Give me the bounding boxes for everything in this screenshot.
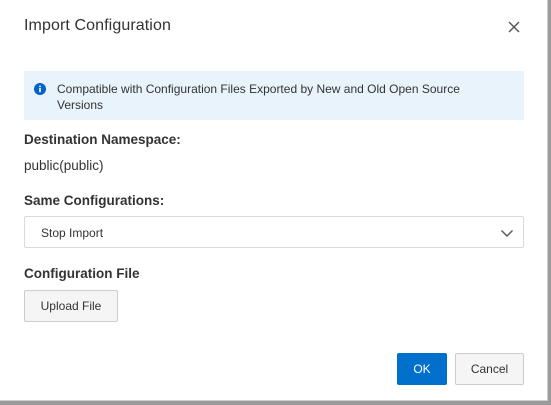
import-configuration-dialog: Import Configuration Compatible with Con… [0, 0, 548, 401]
same-configurations-selected: Stop Import [41, 226, 104, 240]
same-configurations-label: Same Configurations: [24, 193, 165, 208]
destination-namespace-label: Destination Namespace: [24, 132, 181, 147]
same-configurations-select[interactable]: Stop Import [24, 216, 524, 248]
info-icon [34, 82, 46, 95]
info-notice: Compatible with Configuration Files Expo… [24, 71, 524, 120]
notice-text: Compatible with Configuration Files Expo… [57, 82, 460, 112]
destination-namespace-value: public(public) [24, 158, 104, 173]
ok-button[interactable]: OK [397, 353, 447, 385]
dialog-title: Import Configuration [24, 17, 171, 34]
chevron-down-icon [500, 226, 514, 240]
upload-file-button[interactable]: Upload File [24, 290, 118, 322]
cancel-button[interactable]: Cancel [455, 353, 524, 385]
configuration-file-label: Configuration File [24, 266, 140, 281]
close-icon[interactable] [504, 17, 524, 37]
